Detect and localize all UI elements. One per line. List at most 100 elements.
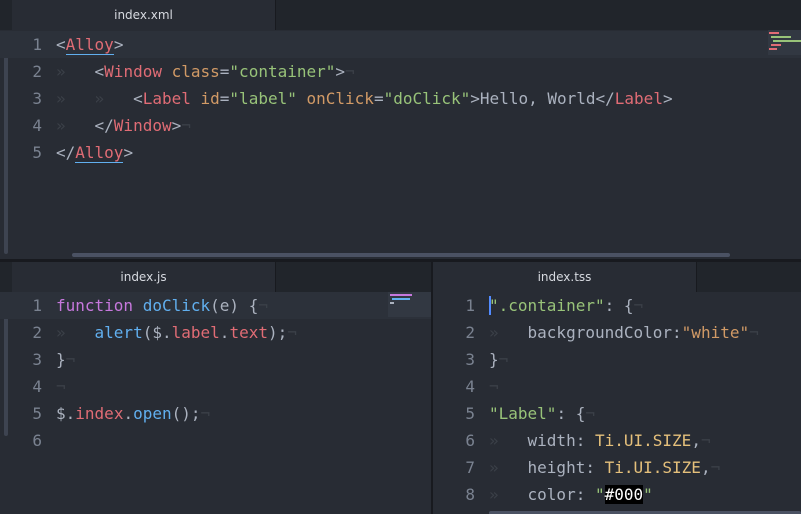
code-line[interactable]: 6 » width: Ti.UI.SIZE,¬ bbox=[433, 427, 801, 454]
code-token: < bbox=[133, 89, 143, 108]
tss-tab-bar: index.tss bbox=[433, 262, 801, 292]
code-token: ¬ bbox=[710, 458, 721, 477]
code-text: » backgroundColor:"white"¬ bbox=[489, 319, 759, 346]
js-minimap[interactable] bbox=[388, 292, 431, 317]
code-line[interactable]: 1 function doClick(e) {¬ bbox=[0, 292, 431, 319]
code-token: Ti.UI.SIZE bbox=[594, 431, 692, 450]
code-token: Hello, World bbox=[479, 89, 596, 108]
code-token: . bbox=[65, 404, 76, 423]
code-line[interactable]: 8 » color: "#000" bbox=[433, 481, 801, 508]
code-line[interactable]: 3}¬ bbox=[0, 346, 431, 373]
code-token: Ti.UI.SIZE bbox=[604, 458, 701, 477]
code-token: class bbox=[171, 62, 220, 81]
code-text: » height: Ti.UI.SIZE,¬ bbox=[489, 454, 720, 481]
code-token: { bbox=[248, 296, 259, 315]
code-token: " bbox=[643, 485, 653, 504]
code-line[interactable]: 2 » <Window class="container">¬ bbox=[0, 58, 801, 85]
code-token: width bbox=[527, 431, 576, 450]
tss-code-area[interactable]: 1 ".container": {¬ 2» backgroundColor:"whi… bbox=[433, 292, 801, 514]
code-text: ¬ bbox=[489, 373, 499, 400]
code-token: > bbox=[171, 116, 182, 135]
code-token: ¬ bbox=[700, 431, 711, 450]
code-token: < bbox=[94, 62, 105, 81]
code-line[interactable]: 2 » alert($.label.text);¬ bbox=[0, 319, 431, 346]
code-text: </Alloy> bbox=[56, 139, 133, 166]
code-line[interactable]: 3» » <Label id="label" onClick="doClick"… bbox=[0, 85, 801, 112]
code-line[interactable]: 4 ¬ bbox=[433, 373, 801, 400]
code-line[interactable]: 4 » </Window>¬ bbox=[0, 112, 801, 139]
code-line[interactable]: 2 » backgroundColor:"white"¬ bbox=[433, 319, 801, 346]
line-number: 2 bbox=[465, 323, 475, 342]
code-token: #000 bbox=[604, 485, 644, 504]
code-text: function doClick(e) {¬ bbox=[56, 292, 268, 319]
xml-code-area[interactable]: 1 <Alloy> 2» <Window class="container">¬ 3 »… bbox=[0, 30, 801, 259]
code-token: onClick bbox=[306, 89, 374, 108]
code-line[interactable]: 5 </Alloy> bbox=[0, 139, 801, 166]
code-line[interactable]: 3}¬ bbox=[433, 346, 801, 373]
tab-index-js[interactable]: index.js bbox=[12, 262, 275, 292]
code-line[interactable]: 5 $.index.open();¬ bbox=[0, 400, 431, 427]
code-token: Label bbox=[614, 89, 663, 108]
xml-horizontal-scrollbar[interactable] bbox=[72, 253, 730, 257]
code-line[interactable]: 6 bbox=[0, 427, 431, 454]
code-text: }¬ bbox=[489, 346, 508, 373]
line-number: 4 bbox=[32, 116, 42, 135]
code-text: <Alloy> bbox=[56, 31, 123, 58]
code-token: Label bbox=[142, 89, 191, 108]
line-number: 2 bbox=[32, 323, 42, 342]
code-token: , bbox=[700, 458, 711, 477]
code-token: "doClick" bbox=[383, 89, 471, 108]
code-token: Alloy bbox=[65, 35, 114, 55]
code-token: } bbox=[489, 350, 499, 369]
code-token: Alloy bbox=[75, 143, 124, 163]
code-line[interactable]: 4 ¬ bbox=[0, 373, 431, 400]
code-token: . bbox=[161, 323, 172, 342]
code-token: . bbox=[219, 323, 230, 342]
tab-separator bbox=[275, 262, 276, 292]
code-token: > bbox=[662, 89, 673, 108]
code-token: } bbox=[56, 350, 66, 369]
code-token: ¬ bbox=[200, 404, 211, 423]
code-token: > bbox=[113, 35, 124, 54]
code-token: e bbox=[219, 296, 230, 315]
code-text: » alert($.label.text);¬ bbox=[56, 319, 297, 346]
code-token: open bbox=[133, 404, 172, 423]
tab-index-tss[interactable]: index.tss bbox=[433, 262, 696, 292]
code-line[interactable]: 1 <Alloy> bbox=[0, 31, 801, 58]
line-number: 5 bbox=[465, 404, 475, 423]
code-line[interactable]: 7 » height: Ti.UI.SIZE,¬ bbox=[433, 454, 801, 481]
code-token: » bbox=[489, 485, 528, 504]
code-token: ¬ bbox=[287, 323, 297, 342]
tab-label: index.js bbox=[120, 270, 167, 284]
code-token: height bbox=[527, 458, 586, 477]
code-line[interactable]: 5 "Label": {¬ bbox=[433, 400, 801, 427]
xml-minimap[interactable] bbox=[768, 30, 801, 55]
code-token: ¬ bbox=[633, 296, 644, 315]
line-number: 5 bbox=[32, 143, 42, 162]
line-number: 6 bbox=[32, 431, 42, 450]
code-token: index bbox=[75, 404, 124, 423]
code-token: Window bbox=[104, 62, 162, 81]
code-token: = bbox=[373, 89, 384, 108]
code-token: > bbox=[123, 143, 134, 162]
xml-tab-bar: index.xml bbox=[0, 0, 801, 30]
code-token: = bbox=[219, 62, 230, 81]
code-token: "label" bbox=[229, 89, 297, 108]
js-code-area[interactable]: 1 function doClick(e) {¬ 2 » alert($.label.… bbox=[0, 292, 431, 514]
code-token: » bbox=[56, 62, 95, 81]
code-token: : bbox=[585, 458, 595, 477]
line-number: 3 bbox=[32, 89, 42, 108]
code-token: $ bbox=[152, 323, 162, 342]
code-token: » bbox=[489, 431, 528, 450]
tab-index-xml[interactable]: index.xml bbox=[12, 0, 275, 30]
code-token: ¬ bbox=[65, 350, 76, 369]
code-token: , bbox=[691, 431, 701, 450]
code-token: < bbox=[56, 35, 66, 54]
